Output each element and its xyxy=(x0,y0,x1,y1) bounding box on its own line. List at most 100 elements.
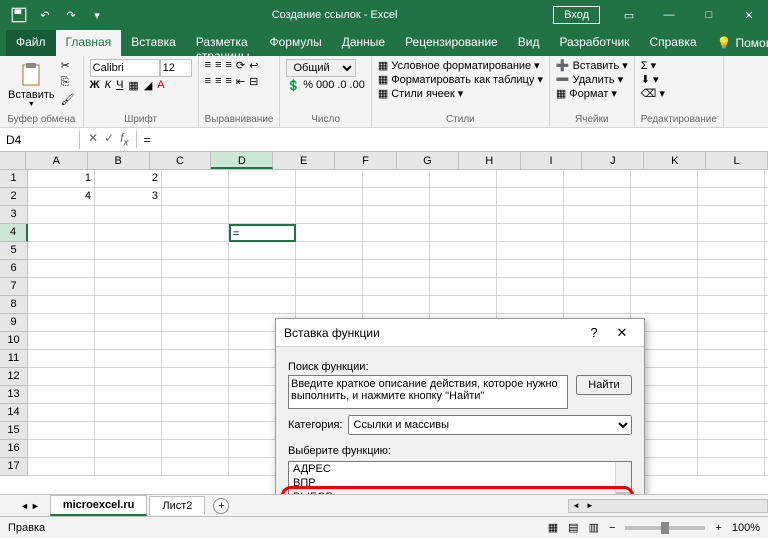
sheet-nav-prev-icon[interactable]: ◄ xyxy=(20,501,29,511)
cell-C13[interactable] xyxy=(162,386,229,404)
zoom-level[interactable]: 100% xyxy=(732,522,760,534)
cell-J8[interactable] xyxy=(631,296,698,314)
cell-A4[interactable] xyxy=(28,224,95,242)
cell-G2[interactable] xyxy=(430,188,497,206)
cell-B8[interactable] xyxy=(95,296,162,314)
format-cells-button[interactable]: ▦Формат▾ xyxy=(556,87,617,100)
insert-cells-button[interactable]: ➕Вставить▾ xyxy=(556,59,628,72)
cell-I4[interactable] xyxy=(564,224,631,242)
cell-H6[interactable] xyxy=(497,260,564,278)
cell-I6[interactable] xyxy=(564,260,631,278)
cell-C15[interactable] xyxy=(162,422,229,440)
cell-I7[interactable] xyxy=(564,278,631,296)
cell-K10[interactable] xyxy=(698,332,765,350)
cut-icon[interactable]: ✂ xyxy=(61,59,77,75)
function-item[interactable]: ВПР xyxy=(289,476,631,490)
col-header-E[interactable]: E xyxy=(273,152,335,169)
cell-H1[interactable] xyxy=(497,170,564,188)
cell-G3[interactable] xyxy=(430,206,497,224)
col-header-D[interactable]: D xyxy=(211,152,273,169)
cell-D4[interactable]: = xyxy=(229,224,296,242)
cell-J7[interactable] xyxy=(631,278,698,296)
tellme-search[interactable]: 💡Помощь xyxy=(707,30,768,56)
sheet-tab-active[interactable]: microexcel.ru xyxy=(50,495,148,516)
cell-I3[interactable] xyxy=(564,206,631,224)
cell-G6[interactable] xyxy=(430,260,497,278)
col-header-L[interactable]: L xyxy=(706,152,768,169)
cell-C16[interactable] xyxy=(162,440,229,458)
maximize-icon[interactable]: □ xyxy=(690,0,728,30)
cell-C4[interactable] xyxy=(162,224,229,242)
cell-E4[interactable] xyxy=(296,224,363,242)
cell-G5[interactable] xyxy=(430,242,497,260)
cell-F6[interactable] xyxy=(363,260,430,278)
italic-button[interactable]: К xyxy=(105,79,111,92)
cell-H4[interactable] xyxy=(497,224,564,242)
tab-insert[interactable]: Вставка xyxy=(121,30,186,56)
cell-C2[interactable] xyxy=(162,188,229,206)
cell-B10[interactable] xyxy=(95,332,162,350)
cell-J5[interactable] xyxy=(631,242,698,260)
cell-K13[interactable] xyxy=(698,386,765,404)
fill-color-button[interactable]: ◢ xyxy=(144,79,152,92)
cell-G7[interactable] xyxy=(430,278,497,296)
cell-G8[interactable] xyxy=(430,296,497,314)
undo-icon[interactable]: ↶ xyxy=(36,6,54,24)
cell-H2[interactable] xyxy=(497,188,564,206)
cell-F8[interactable] xyxy=(363,296,430,314)
percent-icon[interactable]: % xyxy=(303,79,313,92)
view-pagebreak-icon[interactable]: ▥ xyxy=(589,521,599,534)
find-button[interactable]: Найти xyxy=(576,375,632,395)
tab-data[interactable]: Данные xyxy=(332,30,395,56)
bold-button[interactable]: Ж xyxy=(90,79,100,92)
row-header-15[interactable]: 15 xyxy=(0,422,28,440)
category-select[interactable]: Ссылки и массивы xyxy=(348,415,632,435)
cell-B11[interactable] xyxy=(95,350,162,368)
cell-A2[interactable]: 4 xyxy=(28,188,95,206)
cell-C1[interactable] xyxy=(162,170,229,188)
cell-C3[interactable] xyxy=(162,206,229,224)
cell-K14[interactable] xyxy=(698,404,765,422)
cell-E7[interactable] xyxy=(296,278,363,296)
fill-icon[interactable]: ⬇ xyxy=(641,73,650,86)
cell-F2[interactable] xyxy=(363,188,430,206)
row-header-1[interactable]: 1 xyxy=(0,170,28,188)
cell-A7[interactable] xyxy=(28,278,95,296)
format-as-table-button[interactable]: ▦Форматировать как таблицу▾ xyxy=(378,73,543,86)
tab-home[interactable]: Главная xyxy=(56,30,122,56)
cell-K11[interactable] xyxy=(698,350,765,368)
currency-icon[interactable]: 💲 xyxy=(286,79,300,92)
format-painter-icon[interactable]: 🖌 xyxy=(61,93,77,109)
select-all-button[interactable] xyxy=(0,152,26,169)
cell-C10[interactable] xyxy=(162,332,229,350)
merge-button[interactable]: ⊟ xyxy=(249,75,258,88)
underline-button[interactable]: Ч xyxy=(116,79,123,92)
cell-A6[interactable] xyxy=(28,260,95,278)
close-icon[interactable]: ✕ xyxy=(730,0,768,30)
minimize-icon[interactable]: — xyxy=(650,0,688,30)
font-color-button[interactable]: A xyxy=(157,79,164,92)
align-left-icon[interactable]: ≡ xyxy=(205,75,211,88)
row-header-10[interactable]: 10 xyxy=(0,332,28,350)
cell-K1[interactable] xyxy=(698,170,765,188)
cell-D5[interactable] xyxy=(229,242,296,260)
function-search-input[interactable]: Введите краткое описание действия, котор… xyxy=(288,375,568,409)
cell-J6[interactable] xyxy=(631,260,698,278)
cell-H3[interactable] xyxy=(497,206,564,224)
col-header-F[interactable]: F xyxy=(335,152,397,169)
cell-A12[interactable] xyxy=(28,368,95,386)
cell-K9[interactable] xyxy=(698,314,765,332)
function-list[interactable]: АДРЕСВПРВЫБОРГИПЕРССЫЛКАГПРДВССЫЛДРВ xyxy=(288,461,632,494)
conditional-formatting-button[interactable]: ▦Условное форматирование▾ xyxy=(378,59,540,72)
cell-K5[interactable] xyxy=(698,242,765,260)
autosum-icon[interactable]: Σ xyxy=(641,60,648,72)
cell-K3[interactable] xyxy=(698,206,765,224)
cell-A17[interactable] xyxy=(28,458,95,476)
row-header-16[interactable]: 16 xyxy=(0,440,28,458)
dialog-close-icon[interactable]: ✕ xyxy=(608,325,636,341)
cell-B5[interactable] xyxy=(95,242,162,260)
dialog-help-icon[interactable]: ? xyxy=(580,325,608,340)
cell-B13[interactable] xyxy=(95,386,162,404)
row-header-3[interactable]: 3 xyxy=(0,206,28,224)
number-format-select[interactable]: Общий xyxy=(286,59,356,77)
